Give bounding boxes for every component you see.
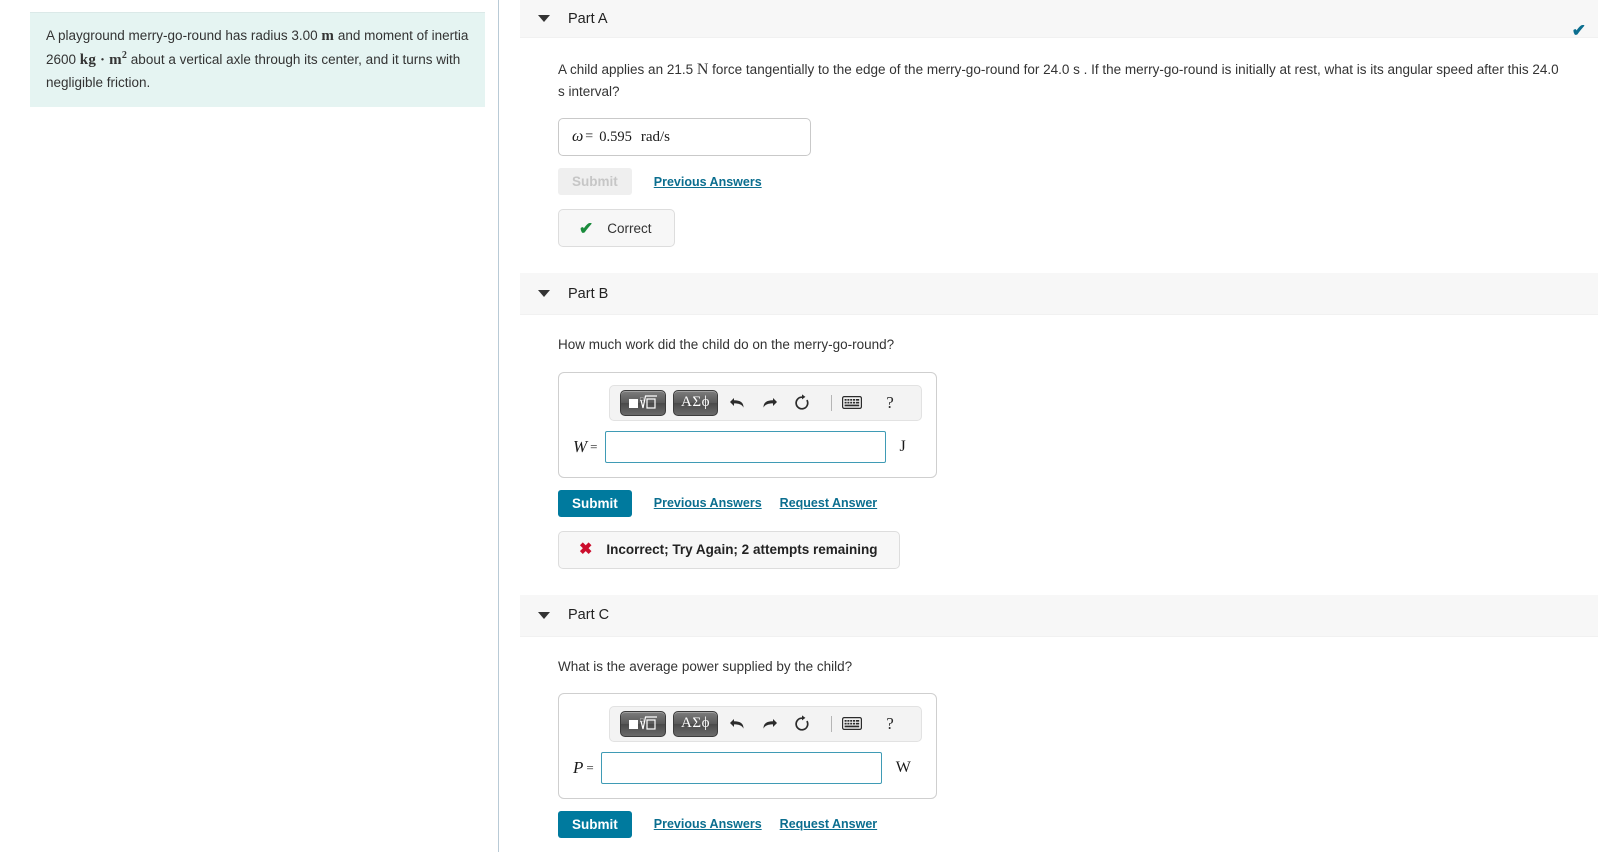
- input-unit-b: J: [899, 437, 906, 455]
- submit-button-c[interactable]: Submit: [558, 810, 632, 838]
- answer-input-b[interactable]: [604, 430, 886, 463]
- question-a-post: force tangentially to the edge of the me…: [558, 62, 1559, 99]
- part-header-c[interactable]: Part C: [520, 594, 1598, 637]
- caret-down-icon-a[interactable]: [538, 15, 550, 22]
- cross-icon-b: ✖: [579, 540, 593, 558]
- template-math-icon-c[interactable]: □: [620, 710, 666, 737]
- input-variable-c: P: [573, 757, 584, 777]
- undo-icon-b[interactable]: [725, 390, 751, 416]
- previous-answers-link-b[interactable]: Previous Answers: [654, 496, 762, 510]
- page-root: A playground merry-go-round has radius 3…: [0, 0, 1598, 852]
- part-label-c: Part C: [568, 607, 610, 623]
- math-input-row-b: W = J: [573, 430, 922, 463]
- answer-equals-a: =: [585, 129, 594, 145]
- check-icon-a: ✔: [579, 218, 594, 238]
- question-text-a: A child applies an 21.5 N force tangenti…: [558, 58, 1568, 102]
- request-answer-link-c[interactable]: Request Answer: [780, 817, 877, 831]
- actions-row-b: Submit Previous Answers Request Answer: [558, 489, 1598, 517]
- problem-statement-box: A playground merry-go-round has radius 3…: [30, 12, 485, 108]
- caret-down-icon-b[interactable]: [538, 290, 550, 298]
- input-variable-b: W: [573, 436, 588, 456]
- left-panel: A playground merry-go-round has radius 3…: [0, 0, 498, 852]
- submit-button-a[interactable]: Submit: [558, 168, 632, 196]
- part-body-c: What is the average power supplied by th…: [520, 637, 1598, 852]
- answer-display-a: ω = 0.595 rad/s: [558, 118, 811, 157]
- part-body-b: How much work did the child do on the me…: [520, 315, 1598, 594]
- math-answer-widget-b: □ ΑΣϕ ? W = J: [558, 371, 937, 478]
- answer-input-c[interactable]: [600, 751, 882, 784]
- part-label-b: Part B: [568, 285, 609, 302]
- feedback-banner-a: ✔ Correct: [558, 209, 675, 248]
- question-a-pre: A child applies an 21.5: [558, 62, 697, 77]
- keyboard-icon-c[interactable]: [839, 711, 865, 737]
- part-header-a[interactable]: Part A: [520, 0, 1598, 38]
- redo-icon-c[interactable]: [757, 711, 783, 737]
- part-label-a: Part A: [568, 10, 608, 27]
- unit-meters: m: [321, 28, 335, 44]
- vertical-divider: [498, 0, 499, 852]
- input-equals-c: =: [586, 759, 594, 775]
- request-answer-link-b[interactable]: Request Answer: [780, 496, 877, 510]
- help-icon-c[interactable]: ?: [877, 711, 903, 737]
- part-body-a: A child applies an 21.5 N force tangenti…: [520, 38, 1598, 273]
- input-unit-c: W: [895, 758, 911, 776]
- greek-symbols-button-b[interactable]: ΑΣϕ: [673, 389, 718, 416]
- help-icon-b[interactable]: ?: [877, 390, 903, 416]
- toolbar-separator-c: [830, 715, 832, 732]
- answer-unit-a: rad/s: [640, 128, 670, 145]
- previous-answers-link-a[interactable]: Previous Answers: [654, 175, 762, 189]
- greek-symbols-button-c[interactable]: ΑΣϕ: [673, 710, 718, 737]
- answer-value-a: 0.595: [599, 128, 632, 145]
- problem-statement-text: A playground merry-go-round has radius 3…: [46, 25, 469, 93]
- undo-icon-c[interactable]: [725, 711, 751, 737]
- unit-newton: N: [696, 61, 709, 78]
- feedback-text-b: Incorrect; Try Again; 2 attempts remaini…: [606, 542, 878, 557]
- toolbar-separator-b: [830, 394, 832, 411]
- template-math-icon-b[interactable]: □: [620, 389, 666, 416]
- unit-kg-m-squared: kg · m2: [79, 50, 127, 69]
- redo-icon-b[interactable]: [757, 390, 783, 416]
- unit-kg-m-base: kg · m: [79, 52, 122, 69]
- math-answer-widget-c: □ ΑΣϕ ? P = W: [558, 692, 937, 799]
- math-toolbar-c: □ ΑΣϕ ?: [609, 705, 922, 742]
- top-right-check-icon: ✔: [1571, 21, 1586, 40]
- assignment-content: ✔ Part A A child applies an 21.5 N force…: [520, 0, 1598, 852]
- part-header-b[interactable]: Part B: [520, 273, 1598, 316]
- reset-icon-c[interactable]: [789, 711, 815, 737]
- question-text-b: How much work did the child do on the me…: [558, 337, 895, 353]
- keyboard-icon-b[interactable]: [839, 390, 865, 416]
- math-toolbar-b: □ ΑΣϕ ?: [609, 384, 922, 421]
- submit-button-b[interactable]: Submit: [558, 489, 632, 517]
- answer-variable-a: ω: [572, 128, 584, 146]
- previous-answers-link-c[interactable]: Previous Answers: [654, 817, 762, 831]
- question-text-c: What is the average power supplied by th…: [558, 658, 853, 674]
- feedback-text-a: Correct: [607, 220, 652, 236]
- feedback-banner-b: ✖ Incorrect; Try Again; 2 attempts remai…: [558, 530, 901, 569]
- input-equals-b: =: [590, 438, 598, 454]
- caret-down-icon-c[interactable]: [538, 611, 550, 619]
- actions-row-a: Submit Previous Answers: [558, 168, 1598, 196]
- actions-row-c: Submit Previous Answers Request Answer: [558, 810, 1598, 838]
- problem-text-part1: A playground merry-go-round has radius 3…: [46, 28, 322, 43]
- math-input-row-c: P = W: [573, 751, 922, 784]
- reset-icon-b[interactable]: [789, 390, 815, 416]
